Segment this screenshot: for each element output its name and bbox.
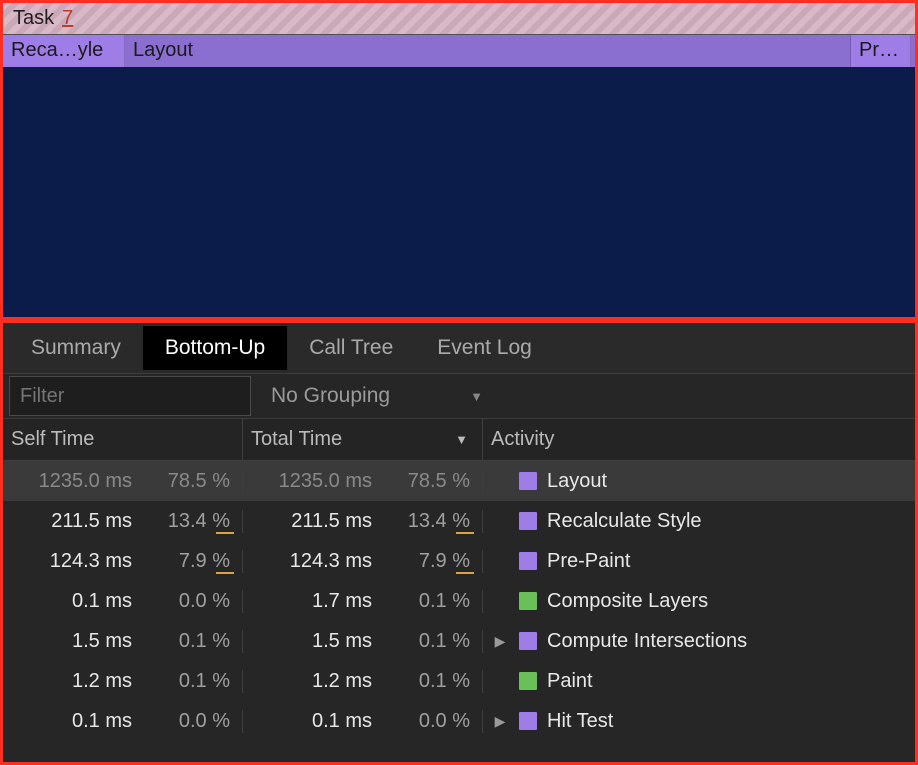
activity-table: Self Time Total Time ▼ Activity 1235.0 m… (3, 419, 915, 762)
flame-chart-area: Task 7 Reca…yle Layout Pr…t (0, 0, 918, 320)
flame-chart-empty (3, 67, 915, 317)
total-time-pct: 0.1 % (372, 590, 476, 613)
col-header-activity[interactable]: Activity (483, 419, 915, 460)
tabs-row: Summary Bottom-Up Call Tree Event Log (3, 323, 915, 373)
total-time-pct: 78.5 % (372, 470, 476, 493)
task-bar[interactable]: Task 7 (3, 3, 915, 35)
activity-color-swatch (519, 472, 537, 490)
self-time-pct: 0.0 % (132, 590, 236, 613)
activity-color-swatch (519, 552, 537, 570)
total-time-value: 1235.0 ms (254, 470, 372, 493)
task-number-link[interactable]: 7 (62, 7, 73, 30)
table-row[interactable]: 0.1 ms0.0 % 1.7 ms0.1 % Composite Layers (3, 581, 915, 621)
activity-name: Compute Intersections (547, 630, 747, 653)
total-time-pct: 7.9 % (372, 550, 476, 573)
table-row[interactable]: 0.1 ms0.0 %0.1 ms0.0 %▶Hit Test (3, 701, 915, 741)
self-time-value: 0.1 ms (14, 590, 132, 613)
details-panel: Summary Bottom-Up Call Tree Event Log No… (0, 320, 918, 765)
total-time-value: 1.7 ms (254, 590, 372, 613)
table-header: Self Time Total Time ▼ Activity (3, 419, 915, 461)
filter-input[interactable] (9, 376, 251, 416)
col-header-total-time[interactable]: Total Time ▼ (243, 419, 483, 460)
self-time-pct: 0.1 % (132, 670, 236, 693)
activity-name: Paint (547, 670, 593, 693)
table-body: 1235.0 ms78.5 %1235.0 ms78.5 %Layout211.… (3, 461, 915, 741)
col-header-self-time[interactable]: Self Time (3, 419, 243, 460)
total-time-value: 1.2 ms (254, 670, 372, 693)
grouping-dropdown[interactable]: No Grouping ▼ (257, 384, 483, 408)
activity-color-swatch (519, 632, 537, 650)
grouping-label: No Grouping (271, 384, 390, 408)
activity-name: Composite Layers (547, 590, 708, 613)
tab-bottom-up[interactable]: Bottom-Up (143, 326, 287, 370)
activity-name: Layout (547, 470, 607, 493)
self-time-pct: 0.0 % (132, 710, 236, 733)
filter-row: No Grouping ▼ (3, 373, 915, 419)
table-row[interactable]: 1235.0 ms78.5 %1235.0 ms78.5 %Layout (3, 461, 915, 501)
tab-summary[interactable]: Summary (9, 326, 143, 370)
total-time-value: 1.5 ms (254, 630, 372, 653)
activity-color-swatch (519, 512, 537, 530)
self-time-pct: 13.4 % (132, 510, 236, 533)
tab-event-log[interactable]: Event Log (415, 326, 554, 370)
table-row[interactable]: 1.2 ms0.1 %1.2 ms0.1 %Paint (3, 661, 915, 701)
activity-name: Recalculate Style (547, 510, 702, 533)
total-time-pct: 0.1 % (372, 630, 476, 653)
activity-color-swatch (519, 592, 537, 610)
self-time-value: 1.2 ms (14, 670, 132, 693)
total-time-pct: 13.4 % (372, 510, 476, 533)
activity-name: Hit Test (547, 710, 613, 733)
task-label: Task (13, 7, 54, 30)
self-time-value: 0.1 ms (14, 710, 132, 733)
self-time-value: 1.5 ms (14, 630, 132, 653)
expand-icon[interactable]: ▶ (491, 713, 509, 730)
table-row[interactable]: 211.5 ms13.4 %211.5 ms13.4 %Recalculate … (3, 501, 915, 541)
self-time-pct: 7.9 % (132, 550, 236, 573)
total-time-pct: 0.1 % (372, 670, 476, 693)
flame-row: Reca…yle Layout Pr…t (3, 35, 915, 67)
table-row[interactable]: 1.5 ms0.1 %1.5 ms0.1 %▶Compute Intersect… (3, 621, 915, 661)
flame-seg-layout[interactable]: Layout (125, 35, 851, 67)
activity-color-swatch (519, 712, 537, 730)
self-time-value: 211.5 ms (14, 510, 132, 533)
activity-name: Pre-Paint (547, 550, 630, 573)
self-time-value: 124.3 ms (14, 550, 132, 573)
flame-seg-prepaint[interactable]: Pr…t (851, 35, 911, 67)
activity-color-swatch (519, 672, 537, 690)
table-row[interactable]: 124.3 ms7.9 %124.3 ms7.9 %Pre-Paint (3, 541, 915, 581)
total-time-value: 211.5 ms (254, 510, 372, 533)
chevron-down-icon: ▼ (470, 389, 483, 404)
expand-icon[interactable]: ▶ (491, 633, 509, 650)
self-time-pct: 0.1 % (132, 630, 236, 653)
total-time-value: 0.1 ms (254, 710, 372, 733)
self-time-value: 1235.0 ms (14, 470, 132, 493)
self-time-pct: 78.5 % (132, 470, 236, 493)
sort-desc-icon: ▼ (455, 432, 468, 447)
flame-seg-recalculate-style[interactable]: Reca…yle (3, 35, 125, 67)
total-time-value: 124.3 ms (254, 550, 372, 573)
tab-call-tree[interactable]: Call Tree (287, 326, 415, 370)
total-time-pct: 0.0 % (372, 710, 476, 733)
